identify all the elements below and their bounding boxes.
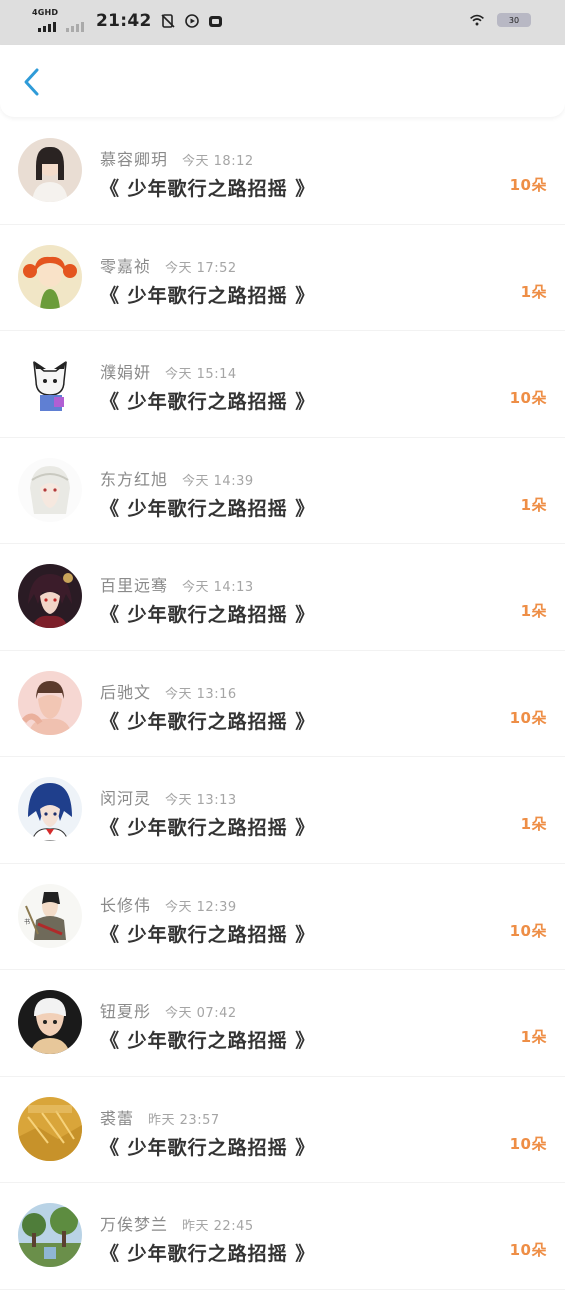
book-title: 《 少年歌行之路招摇 》 <box>100 391 316 413</box>
book-title: 《 少年歌行之路招摇 》 <box>100 284 316 307</box>
wifi-icon <box>469 12 485 28</box>
gift-amount: 1朵 <box>520 495 547 514</box>
send-time: 昨天 22:45 <box>182 1219 254 1234</box>
avatar <box>18 1096 82 1161</box>
list-item[interactable]: 百里远骞 今天 14:13 《 少年歌行之路招摇 》 1朵 <box>0 544 565 651</box>
sender-name: 后驰文 今天 13:16 <box>100 682 237 702</box>
avatar <box>18 457 82 522</box>
avatar <box>18 244 82 309</box>
send-time: 今天 13:13 <box>165 793 237 808</box>
avatar <box>18 1203 82 1267</box>
sender-name: 钮夏彤 今天 07:42 <box>100 1002 237 1021</box>
gift-amount: 10朵 <box>509 176 547 194</box>
gift-amount: 1朵 <box>520 1028 547 1046</box>
gift-amount: 10朵 <box>509 1134 547 1153</box>
app-icon <box>208 13 224 29</box>
send-time: 今天 14:39 <box>182 473 254 489</box>
send-time: 今天 13:16 <box>165 686 237 702</box>
book-title: 《 少年歌行之路招摇 》 <box>100 817 316 839</box>
battery-indicator: 30 <box>497 13 531 27</box>
avatar <box>18 990 82 1054</box>
book-title: 《 少年歌行之路招摇 》 <box>100 923 316 946</box>
book-title: 《 少年歌行之路招摇 》 <box>100 1243 316 1265</box>
header <box>0 45 565 117</box>
list-item[interactable]: 闵河灵 今天 13:13 《 少年歌行之路招摇 》 1朵 <box>0 757 565 864</box>
sender-name: 慕容卿玥 今天 18:12 <box>100 150 254 169</box>
avatar <box>18 138 82 202</box>
gift-amount: 10朵 <box>509 708 547 727</box>
book-title: 《 少年歌行之路招摇 》 <box>100 1030 316 1052</box>
gift-amount: 1朵 <box>520 815 547 833</box>
sender-name: 濮娟妍 今天 15:14 <box>100 363 237 382</box>
play-icon <box>184 13 200 29</box>
network-type: 4GHD <box>32 8 59 17</box>
send-time: 今天 17:52 <box>165 260 237 276</box>
send-time: 今天 12:39 <box>165 899 237 915</box>
book-title: 《 少年歌行之路招摇 》 <box>100 178 316 200</box>
list-item[interactable]: 万俟梦兰 昨天 22:45 《 少年歌行之路招摇 》 10朵 <box>0 1183 565 1290</box>
avatar <box>18 670 82 735</box>
sender-name: 百里远骞 今天 14:13 <box>100 576 254 595</box>
notification-icon <box>160 13 176 29</box>
chevron-left-icon <box>24 68 39 96</box>
avatar <box>18 351 82 415</box>
sender-name: 裘蕾 昨天 23:57 <box>100 1108 220 1128</box>
gift-amount: 1朵 <box>520 282 547 301</box>
gift-amount: 10朵 <box>509 389 547 407</box>
list-item[interactable]: 钮夏彤 今天 07:42 《 少年歌行之路招摇 》 1朵 <box>0 970 565 1077</box>
status-bar: 4GHD 21:42 30 <box>0 0 565 45</box>
send-time: 今天 15:14 <box>165 367 237 382</box>
avatar <box>18 564 82 628</box>
sender-name: 零嘉祯 今天 17:52 <box>100 256 237 276</box>
gift-amount: 1朵 <box>520 602 547 620</box>
sender-name: 长修伟 今天 12:39 <box>100 895 237 915</box>
list-item[interactable]: 书 长修伟 今天 12:39 《 少年歌行之路招摇 》 10朵 <box>0 864 565 970</box>
sender-name: 闵河灵 今天 13:13 <box>100 789 237 808</box>
status-left: 4GHD 21:42 <box>30 8 224 32</box>
book-title: 《 少年歌行之路招摇 》 <box>100 604 316 626</box>
send-time: 今天 18:12 <box>182 154 254 169</box>
send-time: 昨天 23:57 <box>148 1112 220 1128</box>
book-title: 《 少年歌行之路招摇 》 <box>100 1136 316 1159</box>
book-title: 《 少年歌行之路招摇 》 <box>100 497 316 520</box>
svg-text:书: 书 <box>24 918 30 926</box>
list-item[interactable]: 裘蕾 昨天 23:57 《 少年歌行之路招摇 》 10朵 <box>0 1077 565 1183</box>
list-item[interactable]: 慕容卿玥 今天 18:12 《 少年歌行之路招摇 》 10朵 <box>0 118 565 225</box>
gift-amount: 10朵 <box>509 921 547 940</box>
send-time: 今天 07:42 <box>165 1006 237 1021</box>
sender-name: 东方红旭 今天 14:39 <box>100 469 254 489</box>
list-item[interactable]: 零嘉祯 今天 17:52 《 少年歌行之路招摇 》 1朵 <box>0 225 565 331</box>
gift-amount: 10朵 <box>509 1241 547 1259</box>
signal-secondary-icon <box>66 10 88 32</box>
sender-name: 万俟梦兰 昨天 22:45 <box>100 1215 254 1234</box>
status-right: 30 <box>469 12 531 28</box>
send-time: 今天 14:13 <box>182 580 254 595</box>
status-time: 21:42 <box>96 11 152 31</box>
list-item[interactable]: 后驰文 今天 13:16 《 少年歌行之路招摇 》 10朵 <box>0 651 565 757</box>
book-title: 《 少年歌行之路招摇 》 <box>100 710 316 733</box>
avatar: 书 <box>18 883 82 948</box>
signal-icon: 4GHD <box>30 8 59 32</box>
gift-record-list: 慕容卿玥 今天 18:12 《 少年歌行之路招摇 》 10朵 零嘉祯 今天 17:5… <box>0 118 565 1290</box>
list-item[interactable]: 濮娟妍 今天 15:14 《 少年歌行之路招摇 》 10朵 <box>0 331 565 438</box>
back-button[interactable] <box>16 65 48 99</box>
list-item[interactable]: 东方红旭 今天 14:39 《 少年歌行之路招摇 》 1朵 <box>0 438 565 544</box>
avatar <box>18 777 82 841</box>
